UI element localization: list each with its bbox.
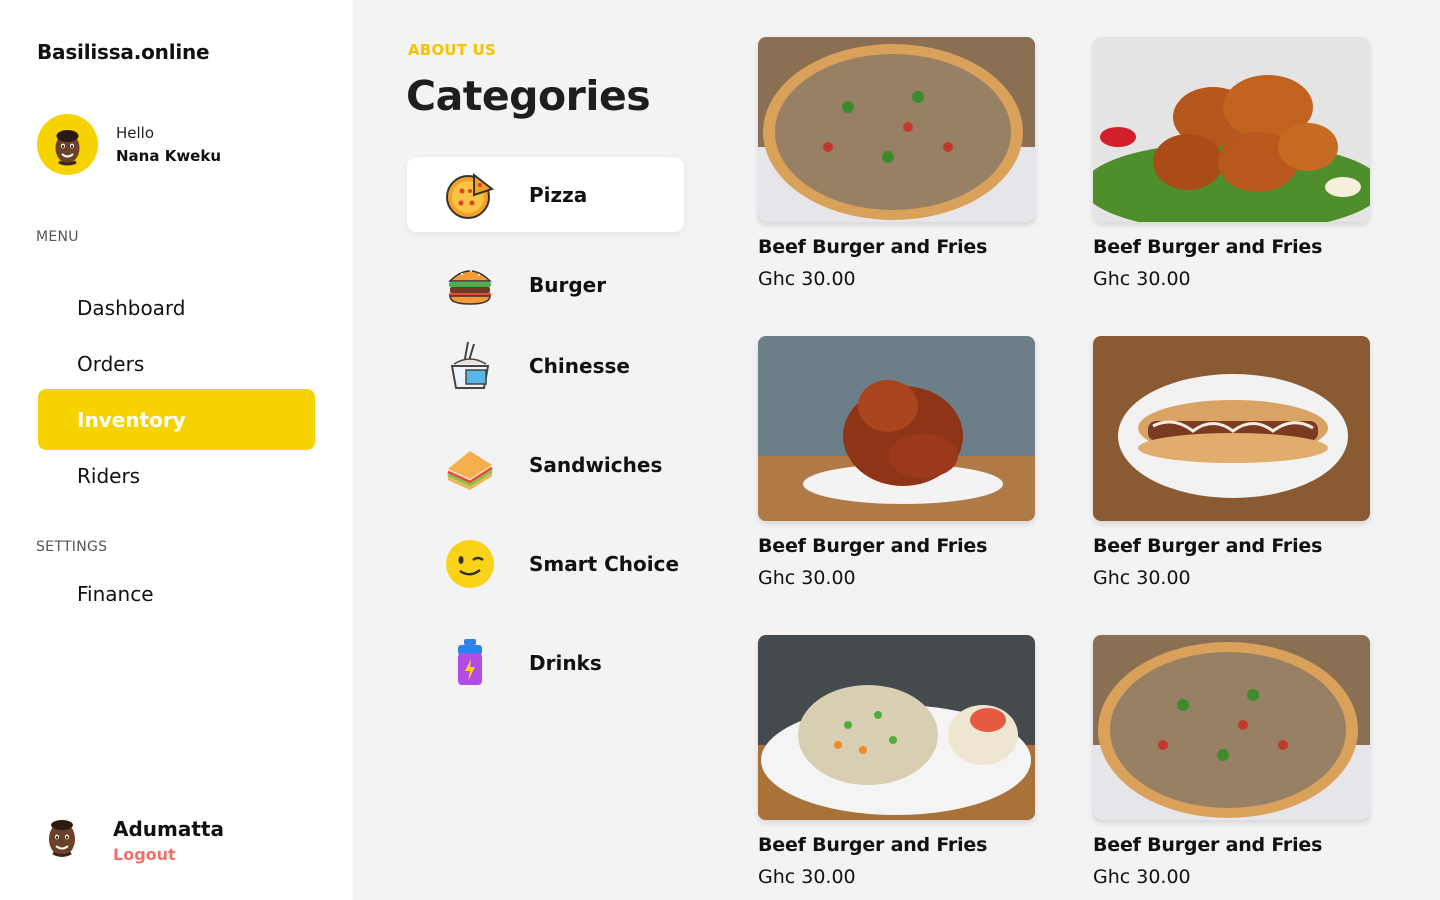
pizza-image <box>1093 635 1370 820</box>
category-label: Pizza <box>529 182 588 207</box>
product-price: Ghc 30.00 <box>1093 567 1191 589</box>
product-price: Ghc 30.00 <box>1093 866 1191 888</box>
product-card[interactable]: Beef Burger and Fries Ghc 30.00 <box>1093 37 1370 290</box>
pizza-image <box>758 37 1035 222</box>
settings-section-label: SETTINGS <box>36 539 108 555</box>
fried-chicken-image <box>1093 37 1370 222</box>
category-item-smart-choice[interactable]: Smart Choice <box>407 526 684 601</box>
category-label: Sandwiches <box>529 452 663 477</box>
fried-rice-image <box>758 635 1035 820</box>
nav-item-riders[interactable]: Riders <box>38 445 315 506</box>
product-card[interactable]: Beef Burger and Fries Ghc 30.00 <box>758 635 1035 888</box>
profile-card: Hello Nana Kweku <box>37 114 221 175</box>
winking-face-icon <box>446 539 494 588</box>
product-name: Beef Burger and Fries <box>1093 834 1323 856</box>
category-item-burger[interactable]: Burger <box>407 247 684 322</box>
spicy-wings-image <box>758 336 1035 521</box>
category-item-pizza[interactable]: Pizza <box>407 157 684 232</box>
sandwich-icon <box>447 450 493 490</box>
person-avatar-icon <box>49 820 75 857</box>
menu-section-label: MENU <box>36 229 79 245</box>
product-price: Ghc 30.00 <box>758 567 856 589</box>
takeout-box-icon <box>450 341 490 389</box>
product-name: Beef Burger and Fries <box>1093 236 1323 258</box>
category-label: Smart Choice <box>529 551 680 576</box>
product-image[interactable] <box>758 336 1035 521</box>
category-item-drinks[interactable]: Drinks <box>407 625 684 700</box>
product-image[interactable] <box>758 635 1035 820</box>
pizza-icon <box>446 172 495 219</box>
burger-icon <box>448 269 492 305</box>
drink-bottle-icon <box>458 638 482 685</box>
nav-item-finance[interactable]: Finance <box>38 563 315 624</box>
product-card[interactable]: Beef Burger and Fries Ghc 30.00 <box>1093 635 1370 888</box>
category-label: Chinesse <box>529 353 630 378</box>
sidebar: Basilissa.online Hello Nana Kweku MENU D… <box>0 0 353 900</box>
category-item-chinesse[interactable]: Chinesse <box>407 328 684 403</box>
product-name: Beef Burger and Fries <box>758 535 988 557</box>
product-image[interactable] <box>1093 37 1370 222</box>
category-label: Drinks <box>529 650 602 675</box>
product-name: Beef Burger and Fries <box>758 834 988 856</box>
avatar[interactable] <box>37 114 98 175</box>
person-avatar-icon <box>55 130 80 166</box>
category-label: Burger <box>529 272 607 297</box>
product-price: Ghc 30.00 <box>758 866 856 888</box>
category-item-sandwiches[interactable]: Sandwiches <box>407 427 684 502</box>
nav-item-dashboard[interactable]: Dashboard <box>38 277 315 338</box>
product-card[interactable]: Beef Burger and Fries Ghc 30.00 <box>758 336 1035 589</box>
about-us-link[interactable]: ABOUT US <box>408 41 496 59</box>
nav-item-orders[interactable]: Orders <box>38 333 315 394</box>
page-title: Categories <box>406 72 651 120</box>
user-avatar[interactable] <box>44 815 80 865</box>
product-name: Beef Burger and Fries <box>1093 535 1323 557</box>
product-image[interactable] <box>1093 336 1370 521</box>
user-footer: Adumatta Logout <box>44 815 224 865</box>
brand-logo[interactable]: Basilissa.online <box>37 40 210 64</box>
product-card[interactable]: Beef Burger and Fries Ghc 30.00 <box>758 37 1035 290</box>
greeting-text: Hello <box>116 124 155 142</box>
user-name: Adumatta <box>113 816 224 841</box>
product-name: Beef Burger and Fries <box>758 236 988 258</box>
product-image[interactable] <box>758 37 1035 222</box>
product-price: Ghc 30.00 <box>758 268 856 290</box>
logout-link[interactable]: Logout <box>113 845 224 864</box>
product-image[interactable] <box>1093 635 1370 820</box>
sub-sandwich-image <box>1093 336 1370 521</box>
profile-name: Nana Kweku <box>116 147 222 165</box>
product-card[interactable]: Beef Burger and Fries Ghc 30.00 <box>1093 336 1370 589</box>
nav-item-inventory[interactable]: Inventory <box>38 389 315 450</box>
product-price: Ghc 30.00 <box>1093 268 1191 290</box>
